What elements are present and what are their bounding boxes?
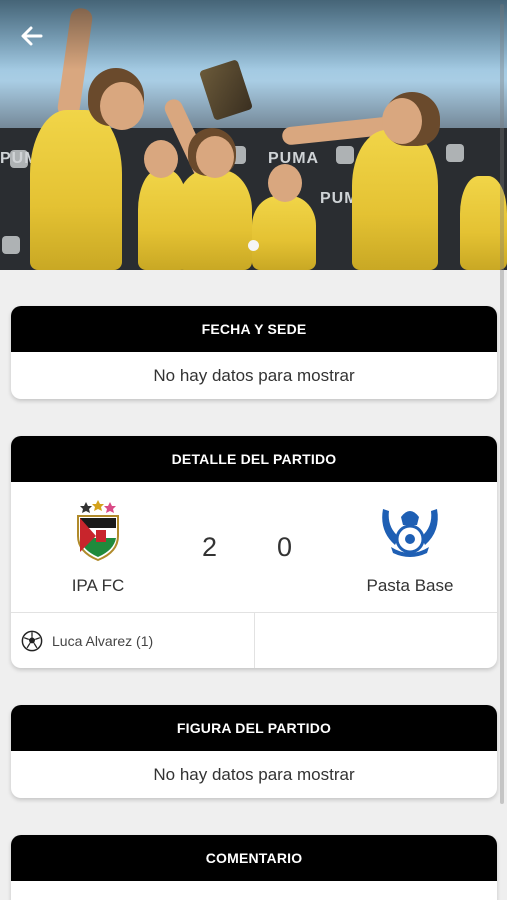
away-score: 0 [277, 532, 293, 562]
player [176, 170, 252, 270]
match-title: DETALLE DEL PARTIDO [11, 436, 497, 482]
soccer-ball-icon [21, 630, 43, 651]
away-team-name: Pasta Base [366, 576, 454, 595]
hero-image: PUMA PUMA PUMA [0, 0, 507, 270]
carousel-indicator[interactable] [248, 240, 259, 251]
mvp-empty-text: No hay datos para mostrar [153, 764, 355, 784]
match-card: DETALLE DEL PARTIDO IPA FC 2 0 Pasta Bas… [11, 436, 497, 668]
player [252, 196, 316, 270]
venue-card: FECHA Y SEDE No hay datos para mostrar [11, 306, 497, 399]
banner-shield [10, 150, 28, 168]
match-scoreboard: IPA FC 2 0 Pasta Base [11, 482, 497, 612]
mvp-title: FIGURA DEL PARTIDO [11, 705, 497, 751]
away-scorers [253, 613, 498, 668]
home-team-crest [28, 500, 168, 562]
banner-shield [336, 146, 354, 164]
shield-crest-icon [77, 500, 119, 562]
banner-logo: PUMA [268, 150, 320, 167]
arrow-left-icon [21, 26, 43, 46]
home-scorers: Luca Alvarez (1) [11, 613, 254, 668]
back-button[interactable] [14, 18, 50, 54]
comment-title: COMENTARIO [11, 835, 497, 881]
banner-shield [446, 144, 464, 162]
venue-empty-text: No hay datos para mostrar [153, 365, 355, 385]
eagle-crest-icon [382, 509, 438, 557]
home-score: 2 [202, 532, 218, 562]
scorers-row: Luca Alvarez (1) [11, 612, 497, 668]
scorer-name: Luca Alvarez (1) [52, 632, 154, 649]
mvp-card: FIGURA DEL PARTIDO No hay datos para mos… [11, 705, 497, 798]
comment-card: COMENTARIO [11, 835, 497, 900]
banner-shield [2, 236, 20, 254]
home-team-name: IPA FC [71, 576, 125, 595]
away-team-crest [340, 500, 480, 562]
home-team[interactable]: IPA FC [28, 500, 168, 596]
player [30, 110, 122, 270]
venue-title: FECHA Y SEDE [11, 306, 497, 352]
player [352, 130, 438, 270]
away-team[interactable]: Pasta Base [340, 500, 480, 596]
scrollbar[interactable] [500, 4, 504, 804]
